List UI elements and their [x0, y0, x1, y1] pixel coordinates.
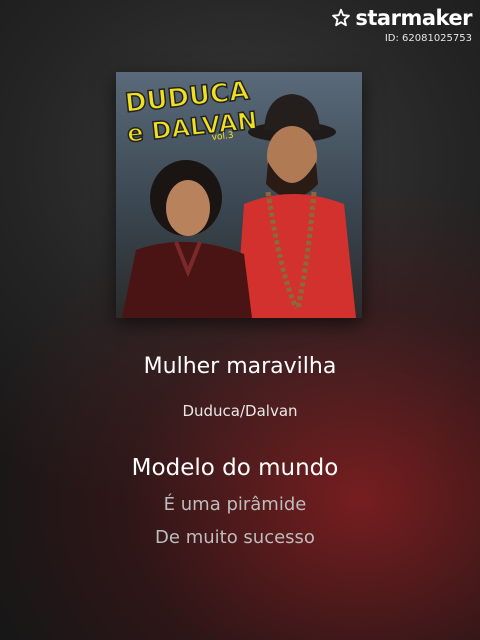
star-logo-icon [332, 8, 351, 27]
lyric-next-line: É uma pirâmide [163, 494, 307, 515]
cover-volume: vol.3 [211, 131, 234, 143]
album-cover: DUDUCA e DALVAN vol.3 [116, 72, 362, 318]
lyric-next-line: De muito sucesso [155, 527, 315, 548]
album-cover-art: DUDUCA e DALVAN vol.3 [122, 75, 356, 318]
lyric-current-line: Modelo do mundo [131, 455, 339, 481]
song-title: Mulher maravilha [143, 354, 337, 379]
user-id: ID: 62081025753 [384, 33, 472, 44]
artist-name: Duduca/Dalvan [182, 402, 298, 420]
brand-name: starmaker [355, 6, 472, 30]
starmaker-brand: starmaker ID: 62081025753 [331, 6, 472, 44]
brand-row: starmaker [331, 6, 472, 30]
